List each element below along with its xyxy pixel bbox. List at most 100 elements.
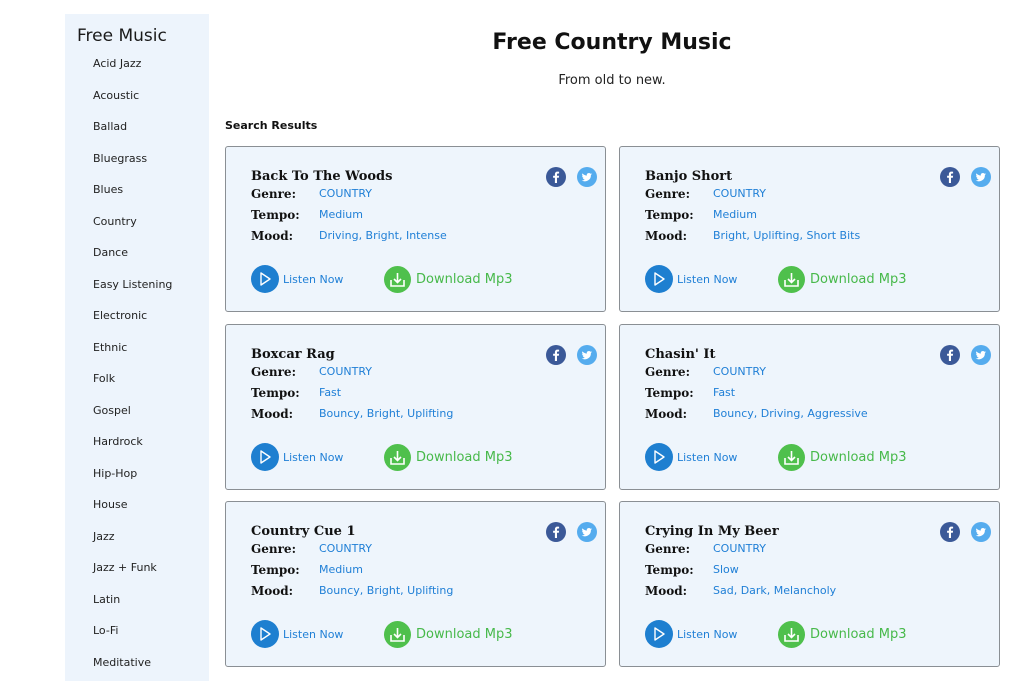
sidebar-item-meditative[interactable]: Meditative	[93, 655, 172, 681]
mood-label: Mood:	[645, 407, 688, 421]
track-card: Banjo Short Genre: COUNTRY Tempo: Medium…	[619, 146, 1000, 312]
download-mp3-label: Download Mp3	[810, 271, 907, 287]
track-title[interactable]: Back To The Woods	[251, 169, 392, 184]
genre-label: Genre:	[251, 365, 296, 379]
facebook-icon[interactable]	[546, 167, 566, 187]
sidebar-item-gospel[interactable]: Gospel	[93, 403, 172, 435]
sidebar-title: Free Music	[77, 26, 167, 46]
search-results-heading: Search Results	[225, 119, 318, 132]
tempo-label: Tempo:	[645, 386, 694, 400]
mood-value[interactable]: Bright, Uplifting, Short Bits	[713, 229, 860, 242]
sidebar-item-ethnic[interactable]: Ethnic	[93, 340, 172, 372]
tempo-value[interactable]: Fast	[319, 386, 341, 399]
sidebar-item-house[interactable]: House	[93, 497, 172, 529]
listen-now-button[interactable]: Listen Now	[251, 620, 343, 648]
track-card: Crying In My Beer Genre: COUNTRY Tempo: …	[619, 501, 1000, 667]
sidebar-item-jazz-funk[interactable]: Jazz + Funk	[93, 560, 172, 592]
genre-label: Genre:	[645, 542, 690, 556]
tempo-label: Tempo:	[645, 208, 694, 222]
sidebar-item-lo-fi[interactable]: Lo-Fi	[93, 623, 172, 655]
mood-label: Mood:	[251, 407, 294, 421]
sidebar-item-bluegrass[interactable]: Bluegrass	[93, 151, 172, 183]
mood-value[interactable]: Driving, Bright, Intense	[319, 229, 447, 242]
listen-now-label: Listen Now	[283, 627, 344, 641]
twitter-icon[interactable]	[577, 167, 597, 187]
genre-label: Genre:	[645, 187, 690, 201]
tempo-value[interactable]: Medium	[713, 208, 757, 221]
download-mp3-label: Download Mp3	[416, 449, 513, 465]
track-card: Boxcar Rag Genre: COUNTRY Tempo: Fast Mo…	[225, 324, 606, 490]
facebook-icon[interactable]	[940, 345, 960, 365]
sidebar-item-folk[interactable]: Folk	[93, 371, 172, 403]
download-icon	[778, 443, 805, 471]
download-mp3-label: Download Mp3	[810, 449, 907, 465]
track-title[interactable]: Chasin' It	[645, 347, 716, 362]
twitter-icon[interactable]	[971, 167, 991, 187]
twitter-icon[interactable]	[971, 522, 991, 542]
track-card: Chasin' It Genre: COUNTRY Tempo: Fast Mo…	[619, 324, 1000, 490]
track-card: Back To The Woods Genre: COUNTRY Tempo: …	[225, 146, 606, 312]
facebook-icon[interactable]	[546, 345, 566, 365]
sidebar-item-electronic[interactable]: Electronic	[93, 308, 172, 340]
mood-label: Mood:	[645, 229, 688, 243]
track-title[interactable]: Banjo Short	[645, 169, 732, 184]
track-card: Country Cue 1 Genre: COUNTRY Tempo: Medi…	[225, 501, 606, 667]
sidebar-item-hip-hop[interactable]: Hip-Hop	[93, 466, 172, 498]
facebook-icon[interactable]	[940, 522, 960, 542]
mood-label: Mood:	[645, 584, 688, 598]
facebook-icon[interactable]	[546, 522, 566, 542]
sidebar-item-hardrock[interactable]: Hardrock	[93, 434, 172, 466]
mood-value[interactable]: Bouncy, Bright, Uplifting	[319, 584, 453, 597]
download-mp3-button[interactable]: Download Mp3	[778, 620, 907, 648]
sidebar-item-easy-listening[interactable]: Easy Listening	[93, 277, 172, 309]
sidebar-item-jazz[interactable]: Jazz	[93, 529, 172, 561]
listen-now-label: Listen Now	[283, 450, 344, 464]
twitter-icon[interactable]	[577, 522, 597, 542]
tempo-value[interactable]: Slow	[713, 563, 739, 576]
sidebar-item-latin[interactable]: Latin	[93, 592, 172, 624]
genre-value[interactable]: COUNTRY	[713, 542, 766, 555]
sidebar-item-acid-jazz[interactable]: Acid Jazz	[93, 56, 172, 88]
tempo-value[interactable]: Medium	[319, 208, 363, 221]
sidebar-item-country[interactable]: Country	[93, 214, 172, 246]
genre-value[interactable]: COUNTRY	[713, 365, 766, 378]
sidebar-item-acoustic[interactable]: Acoustic	[93, 88, 172, 120]
tempo-value[interactable]: Medium	[319, 563, 363, 576]
genre-value[interactable]: COUNTRY	[319, 542, 372, 555]
genre-label: Genre:	[645, 365, 690, 379]
page-subtitle: From old to new.	[558, 73, 666, 88]
track-title[interactable]: Country Cue 1	[251, 524, 356, 539]
listen-now-button[interactable]: Listen Now	[645, 443, 737, 471]
download-mp3-button[interactable]: Download Mp3	[778, 265, 907, 293]
genre-value[interactable]: COUNTRY	[319, 187, 372, 200]
download-mp3-button[interactable]: Download Mp3	[384, 620, 513, 648]
tempo-label: Tempo:	[251, 563, 300, 577]
sidebar: Free Music Acid Jazz Acoustic Ballad Blu…	[65, 14, 209, 681]
twitter-icon[interactable]	[577, 345, 597, 365]
download-mp3-button[interactable]: Download Mp3	[384, 265, 513, 293]
mood-value[interactable]: Bouncy, Bright, Uplifting	[319, 407, 453, 420]
tempo-value[interactable]: Fast	[713, 386, 735, 399]
sidebar-item-dance[interactable]: Dance	[93, 245, 172, 277]
play-icon	[645, 443, 673, 471]
track-title[interactable]: Crying In My Beer	[645, 524, 779, 539]
listen-now-button[interactable]: Listen Now	[645, 265, 737, 293]
listen-now-button[interactable]: Listen Now	[251, 265, 343, 293]
tempo-label: Tempo:	[645, 563, 694, 577]
mood-value[interactable]: Bouncy, Driving, Aggressive	[713, 407, 868, 420]
listen-now-button[interactable]: Listen Now	[645, 620, 737, 648]
genre-value[interactable]: COUNTRY	[713, 187, 766, 200]
track-title[interactable]: Boxcar Rag	[251, 347, 335, 362]
mood-value[interactable]: Sad, Dark, Melancholy	[713, 584, 836, 597]
sidebar-item-ballad[interactable]: Ballad	[93, 119, 172, 151]
genre-list: Acid Jazz Acoustic Ballad Bluegrass Blue…	[93, 56, 172, 681]
download-mp3-button[interactable]: Download Mp3	[384, 443, 513, 471]
facebook-icon[interactable]	[940, 167, 960, 187]
genre-label: Genre:	[251, 542, 296, 556]
download-mp3-button[interactable]: Download Mp3	[778, 443, 907, 471]
sidebar-item-blues[interactable]: Blues	[93, 182, 172, 214]
listen-now-button[interactable]: Listen Now	[251, 443, 343, 471]
twitter-icon[interactable]	[971, 345, 991, 365]
genre-value[interactable]: COUNTRY	[319, 365, 372, 378]
download-icon	[778, 265, 805, 293]
